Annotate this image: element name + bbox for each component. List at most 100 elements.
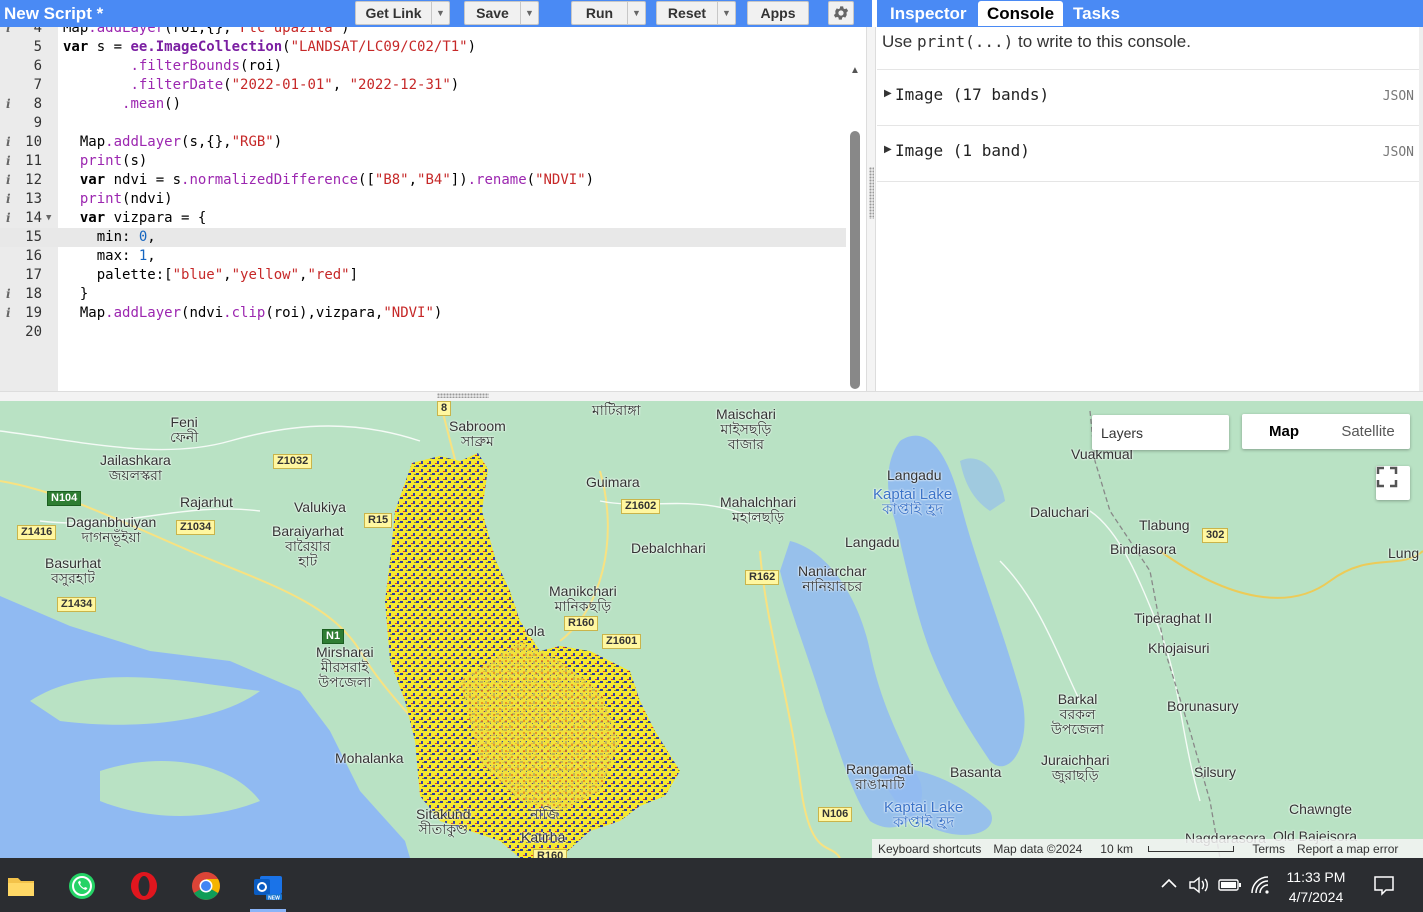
- editor-scrollbar[interactable]: ▲ ▼: [846, 57, 864, 391]
- code-text[interactable]: .filterBounds(roi): [63, 57, 282, 76]
- code-text[interactable]: Map.addLayer(s,{},"RGB"): [63, 133, 282, 152]
- code-text[interactable]: Map.addLayer(roi,{},"Ftc upazila"): [63, 27, 350, 38]
- save-dropdown-icon[interactable]: ▼: [520, 2, 538, 24]
- code-line[interactable]: 7 .filterDate("2022-01-01", "2022-12-31"…: [0, 76, 846, 95]
- chevron-up-icon[interactable]: [1160, 876, 1178, 892]
- json-link[interactable]: JSON: [1383, 145, 1414, 160]
- code-text[interactable]: max: 1,: [63, 247, 156, 266]
- report-map-error-link[interactable]: Report a map error: [1297, 842, 1398, 856]
- settings-gear-icon[interactable]: [828, 1, 854, 25]
- map-lake-label: Kaptai Lake কাপ্তাই হ্রদ: [873, 486, 953, 518]
- reset-dropdown-icon[interactable]: ▼: [717, 2, 735, 24]
- get-link-button[interactable]: Get Link ▼: [355, 1, 450, 25]
- info-icon[interactable]: i: [6, 133, 11, 152]
- code-line[interactable]: i 4 Map.addLayer(roi,{},"Ftc upazila"): [0, 27, 846, 38]
- splitter-grip[interactable]: [437, 393, 489, 398]
- apps-button[interactable]: Apps: [747, 1, 809, 25]
- fold-arrow-icon[interactable]: ▼: [46, 209, 51, 228]
- tab-inspector[interactable]: Inspector: [881, 1, 976, 26]
- info-icon[interactable]: i: [6, 171, 11, 190]
- code-text[interactable]: print(s): [63, 152, 147, 171]
- code-text[interactable]: var vizpara = {: [63, 209, 206, 228]
- code-text[interactable]: min: 0,: [63, 228, 156, 247]
- console-output-row[interactable]: ▶ Image (1 band) JSON: [877, 125, 1420, 181]
- code-text[interactable]: .filterDate("2022-01-01", "2022-12-31"): [63, 76, 459, 95]
- map-canvas[interactable]: Feni ফেনী Jailashkara জয়লস্করা Rajarhut Valu…: [0, 401, 1423, 858]
- map-place-label: Tiperaghat II: [1134, 610, 1213, 626]
- tab-tasks[interactable]: Tasks: [1064, 1, 1129, 26]
- opera-browser-icon[interactable]: [128, 870, 160, 902]
- system-clock[interactable]: 11:33 PM 4/7/2024: [1276, 867, 1356, 907]
- code-line[interactable]: 15 min: 0,: [0, 228, 846, 247]
- keyboard-shortcuts-link[interactable]: Keyboard shortcuts: [878, 842, 981, 856]
- map-place-label: ola: [526, 623, 545, 639]
- road-shield: N106: [818, 807, 853, 822]
- line-number: 12: [25, 172, 42, 188]
- vertical-splitter[interactable]: [866, 27, 876, 391]
- chrome-browser-icon[interactable]: [190, 870, 222, 902]
- tab-console[interactable]: Console: [978, 1, 1064, 26]
- code-line[interactable]: i 10 Map.addLayer(s,{},"RGB"): [0, 133, 846, 152]
- script-title[interactable]: New Script *: [4, 4, 103, 24]
- code-text[interactable]: var ndvi = s.normalizedDifference(["B8",…: [63, 171, 594, 190]
- info-icon[interactable]: i: [6, 304, 11, 323]
- console-output-row[interactable]: ▶ Image (17 bands) JSON: [877, 69, 1420, 125]
- info-icon[interactable]: i: [6, 209, 11, 228]
- fullscreen-icon[interactable]: [1376, 466, 1410, 500]
- info-icon[interactable]: i: [6, 152, 11, 171]
- map-type-map-button[interactable]: Map: [1242, 414, 1326, 449]
- expand-triangle-icon[interactable]: ▶: [884, 88, 892, 99]
- code-line[interactable]: 6 .filterBounds(roi): [0, 57, 846, 76]
- scale-bar: [1148, 846, 1235, 853]
- reset-button[interactable]: Reset ▼: [656, 1, 736, 25]
- save-button[interactable]: Save ▼: [464, 1, 539, 25]
- scroll-up-icon[interactable]: ▲: [850, 65, 860, 76]
- code-editor[interactable]: i 4 Map.addLayer(roi,{},"Ftc upazila") 5 var…: [0, 27, 866, 391]
- run-button[interactable]: Run ▼: [571, 1, 646, 25]
- code-line[interactable]: 20: [0, 323, 846, 342]
- code-line[interactable]: 9: [0, 114, 846, 133]
- info-icon[interactable]: i: [6, 285, 11, 304]
- code-text[interactable]: }: [63, 285, 88, 304]
- code-text[interactable]: Map.addLayer(ndvi.clip(roi),vizpara,"NDV…: [63, 304, 443, 323]
- console-output-label[interactable]: Image (17 bands): [895, 85, 1049, 104]
- terms-link[interactable]: Terms: [1252, 842, 1285, 856]
- outlook-new-icon[interactable]: NEW: [252, 870, 284, 902]
- info-icon[interactable]: i: [6, 27, 11, 38]
- code-line[interactable]: i 19 Map.addLayer(ndvi.clip(roi),vizpara,…: [0, 304, 846, 323]
- scrollbar-thumb[interactable]: [850, 131, 860, 389]
- volume-icon[interactable]: [1188, 876, 1210, 897]
- whatsapp-icon[interactable]: [66, 870, 98, 902]
- console-divider: [877, 181, 1420, 182]
- code-line[interactable]: 16 max: 1,: [0, 247, 846, 266]
- info-icon[interactable]: i: [6, 95, 11, 114]
- file-explorer-icon[interactable]: [5, 870, 37, 902]
- code-text[interactable]: palette:["blue","yellow","red"]: [63, 266, 358, 285]
- code-text[interactable]: .mean(): [63, 95, 181, 114]
- code-line[interactable]: i 8 .mean(): [0, 95, 846, 114]
- map-type-satellite-button[interactable]: Satellite: [1326, 414, 1410, 449]
- notification-center-icon[interactable]: [1372, 874, 1396, 901]
- splitter-grip[interactable]: [869, 167, 874, 219]
- run-dropdown-icon[interactable]: ▼: [627, 2, 645, 24]
- code-line[interactable]: i 14 ▼ var vizpara = {: [0, 209, 846, 228]
- map-place-label: Rajarhut: [180, 494, 233, 510]
- json-link[interactable]: JSON: [1383, 89, 1414, 104]
- code-line[interactable]: 17 palette:["blue","yellow","red"]: [0, 266, 846, 285]
- code-line[interactable]: 5 var s = ee.ImageCollection("LANDSAT/LC0…: [0, 38, 846, 57]
- expand-triangle-icon[interactable]: ▶: [884, 144, 892, 155]
- get-link-dropdown-icon[interactable]: ▼: [431, 2, 449, 24]
- code-text[interactable]: var s = ee.ImageCollection("LANDSAT/LC09…: [63, 38, 476, 57]
- horizontal-splitter[interactable]: [0, 391, 1423, 401]
- battery-icon[interactable]: [1218, 878, 1242, 895]
- console-scrollbar[interactable]: [1419, 27, 1423, 391]
- code-line[interactable]: i 11 print(s): [0, 152, 846, 171]
- code-line[interactable]: i 12 var ndvi = s.normalizedDifference(["…: [0, 171, 846, 190]
- wifi-icon[interactable]: [1250, 875, 1270, 898]
- layers-panel[interactable]: Layers: [1092, 415, 1229, 450]
- code-line[interactable]: i 13 print(ndvi): [0, 190, 846, 209]
- code-line[interactable]: i 18 }: [0, 285, 846, 304]
- info-icon[interactable]: i: [6, 190, 11, 209]
- code-text[interactable]: print(ndvi): [63, 190, 173, 209]
- console-output-label[interactable]: Image (1 band): [895, 141, 1030, 160]
